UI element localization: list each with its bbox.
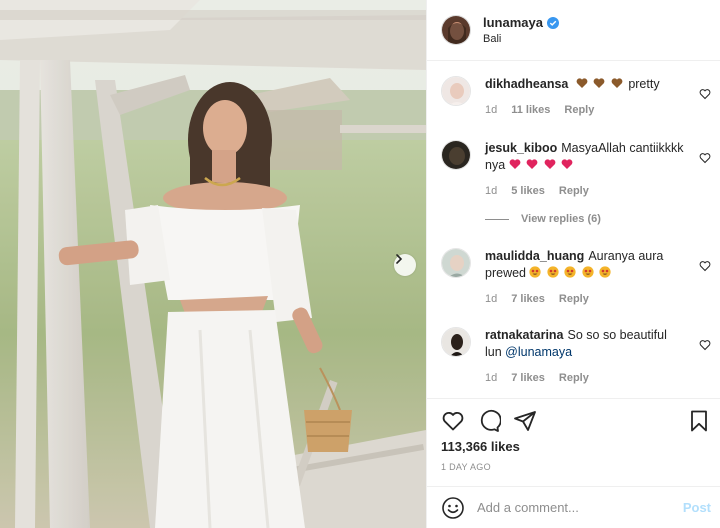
post-date[interactable]: 1 DAY AGO xyxy=(441,462,491,472)
likes-count[interactable]: 113,366 likes xyxy=(441,439,520,454)
brown-heart-icon xyxy=(576,78,588,88)
comment-icon[interactable] xyxy=(477,409,501,433)
comment-body: maulidda_huang Auranya aura prewed 1d 7 l… xyxy=(485,248,685,308)
comment-likes[interactable]: 5 likes xyxy=(511,183,545,200)
red-heart-icon xyxy=(509,159,521,169)
reply-button[interactable]: Reply xyxy=(559,370,589,387)
instagram-post-view: lunamaya Bali dikhadheansa pretty 1d 11 … xyxy=(0,0,720,528)
comment-age[interactable]: 1d xyxy=(485,291,497,308)
red-heart-icon xyxy=(561,159,573,169)
view-replies-label: View replies (6) xyxy=(521,213,601,225)
comment-avatar[interactable] xyxy=(441,76,471,106)
post-sidebar: lunamaya Bali dikhadheansa pretty 1d 11 … xyxy=(426,0,720,528)
comment-meta: 1d 7 likes Reply xyxy=(485,370,685,387)
avatar[interactable] xyxy=(441,15,471,45)
star-struck-icon xyxy=(564,266,577,278)
share-icon[interactable] xyxy=(513,409,537,433)
post-photo[interactable] xyxy=(0,0,426,528)
comment-meta: 1d 5 likes Reply xyxy=(485,183,685,200)
comment-username[interactable]: jesuk_kiboo xyxy=(485,141,557,155)
comment-body: dikhadheansa pretty 1d 11 likes Reply xyxy=(485,76,685,119)
comment-body: ratnakatarina So so so beautiful lun @lun… xyxy=(485,327,685,387)
avatar-image xyxy=(442,77,470,105)
comment-meta: 1d 11 likes Reply xyxy=(485,102,685,119)
comment-age[interactable]: 1d xyxy=(485,183,497,200)
comment-avatar[interactable] xyxy=(441,248,471,278)
photo-image xyxy=(0,0,426,528)
comment-avatar[interactable] xyxy=(441,140,471,170)
comment-input[interactable] xyxy=(477,500,677,515)
reply-button[interactable]: Reply xyxy=(564,102,594,119)
brown-heart-icon xyxy=(611,78,623,88)
heart-icon[interactable] xyxy=(699,88,711,100)
view-replies-button[interactable]: View replies (6) xyxy=(485,213,601,225)
brown-heart-icon xyxy=(593,78,605,88)
reply-button[interactable]: Reply xyxy=(559,291,589,308)
star-struck-icon xyxy=(529,266,542,278)
bookmark-icon[interactable] xyxy=(687,409,711,433)
verified-badge-icon xyxy=(546,16,559,29)
comment-item: jesuk_kiboo MasyaAllah cantiikkkk nya 1d … xyxy=(441,140,711,200)
comment-item: dikhadheansa pretty 1d 11 likes Reply xyxy=(441,76,711,119)
comment-item: maulidda_huang Auranya aura prewed 1d 7 l… xyxy=(441,248,711,308)
post-comment-button[interactable]: Post xyxy=(683,500,711,515)
comment-avatar[interactable] xyxy=(441,327,471,357)
heart-icon[interactable] xyxy=(699,339,711,351)
comment-age[interactable]: 1d xyxy=(485,102,497,119)
red-heart-icon xyxy=(526,159,538,169)
avatar-image xyxy=(442,328,470,356)
post-location[interactable]: Bali xyxy=(483,33,559,45)
comment-likes[interactable]: 11 likes xyxy=(511,102,550,119)
comment-age[interactable]: 1d xyxy=(485,370,497,387)
action-icons xyxy=(441,409,549,433)
star-struck-icon xyxy=(547,266,559,278)
comment-meta: 1d 7 likes Reply xyxy=(485,291,685,308)
avatar-image xyxy=(442,141,470,169)
reply-button[interactable]: Reply xyxy=(559,183,589,200)
comment-mention-link[interactable]: @lunamaya xyxy=(505,345,572,359)
view-replies-divider xyxy=(485,218,509,220)
comment-text: pretty xyxy=(628,77,660,91)
comment-likes[interactable]: 7 likes xyxy=(511,291,545,308)
avatar-image xyxy=(442,16,470,44)
heart-icon[interactable] xyxy=(441,409,465,433)
red-heart-icon xyxy=(544,159,556,169)
comments-list[interactable]: dikhadheansa pretty 1d 11 likes Reply je… xyxy=(427,62,720,398)
header-text: lunamaya Bali xyxy=(483,15,559,45)
chevron-right-icon xyxy=(396,254,403,264)
heart-icon[interactable] xyxy=(699,260,711,272)
post-actions: 113,366 likes 1 DAY AGO xyxy=(427,398,720,486)
comment-likes[interactable]: 7 likes xyxy=(511,370,545,387)
star-struck-icon xyxy=(599,266,612,278)
comment-body: jesuk_kiboo MasyaAllah cantiikkkk nya 1d … xyxy=(485,140,685,200)
post-header: lunamaya Bali xyxy=(427,0,720,61)
heart-icon[interactable] xyxy=(699,152,711,164)
post-username[interactable]: lunamaya xyxy=(483,15,543,30)
comment-item: ratnakatarina So so so beautiful lun @lun… xyxy=(441,327,711,387)
carousel-next-button[interactable] xyxy=(394,254,416,276)
avatar-image xyxy=(442,249,470,277)
smile-icon[interactable] xyxy=(441,496,465,520)
star-struck-icon xyxy=(582,266,594,278)
add-comment-bar: Post xyxy=(427,486,720,528)
header-user-line: lunamaya xyxy=(483,15,559,30)
comment-username[interactable]: dikhadheansa xyxy=(485,77,568,91)
comment-username[interactable]: maulidda_huang xyxy=(485,249,584,263)
comment-username[interactable]: ratnakatarina xyxy=(485,328,564,342)
